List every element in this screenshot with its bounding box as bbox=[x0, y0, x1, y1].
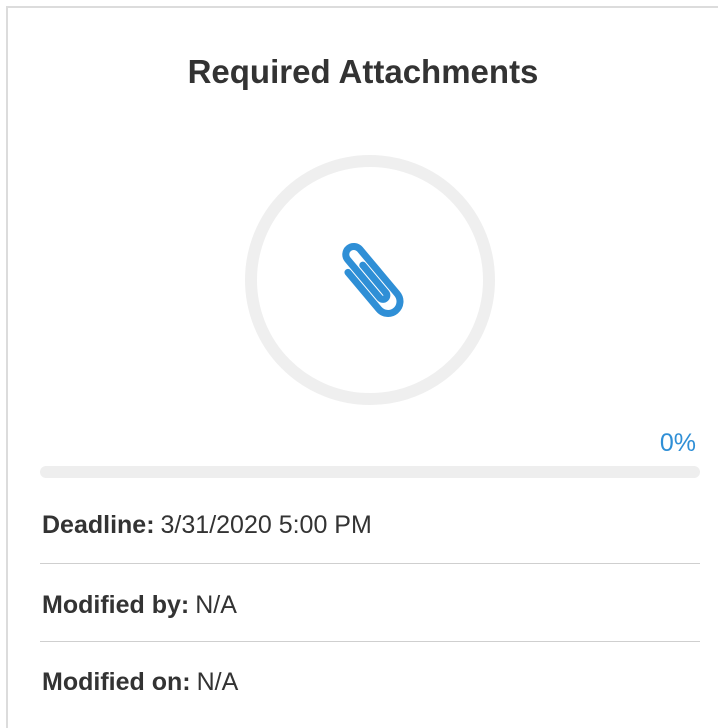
progress-bar bbox=[40, 466, 700, 478]
divider bbox=[40, 641, 700, 642]
card-title: Required Attachments bbox=[187, 53, 539, 90]
paperclip-icon bbox=[342, 242, 404, 317]
attachment-status-ring bbox=[245, 155, 495, 405]
modified-by-row: Modified by: N/A bbox=[42, 588, 700, 622]
modified-on-value: N/A bbox=[196, 668, 239, 696]
required-attachments-card: Required Attachments 0% Deadline: 3/31/20… bbox=[6, 6, 718, 728]
deadline-row: Deadline: 3/31/2020 5:00 PM bbox=[42, 508, 700, 542]
deadline-value: 3/31/2020 5:00 PM bbox=[160, 511, 372, 539]
progress-percent: 0% bbox=[659, 429, 696, 457]
modified-by-label: Modified by: bbox=[42, 591, 190, 619]
divider bbox=[40, 563, 700, 564]
deadline-label: Deadline: bbox=[42, 511, 155, 539]
modified-on-label: Modified on: bbox=[42, 668, 191, 696]
modified-on-row: Modified on: N/A bbox=[42, 665, 700, 699]
modified-by-value: N/A bbox=[195, 591, 237, 619]
